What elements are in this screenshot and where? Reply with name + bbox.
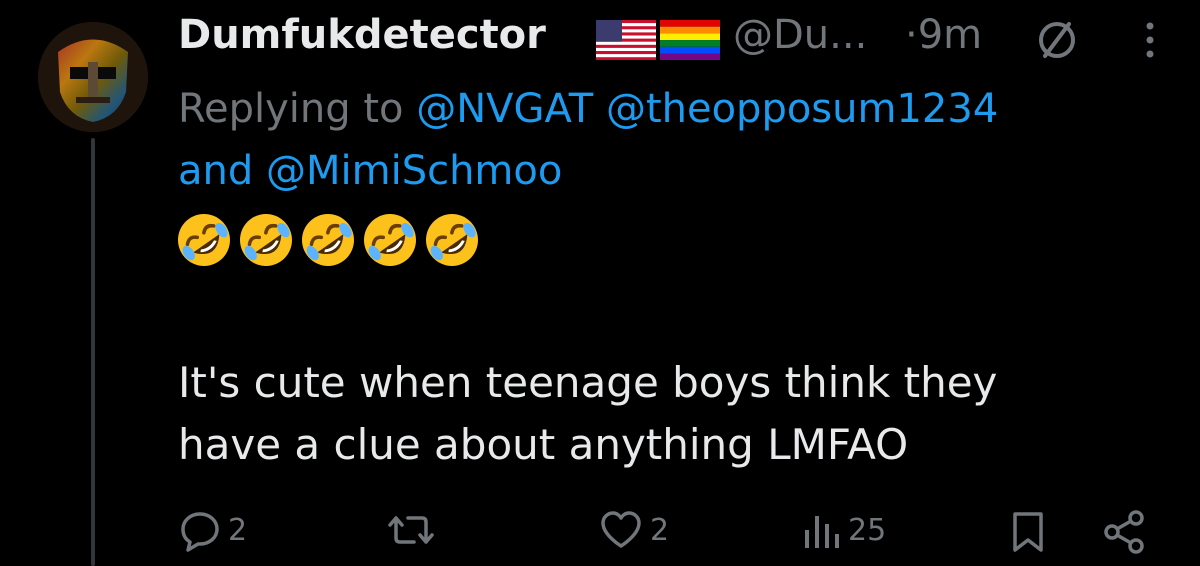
- views-button[interactable]: 25: [802, 508, 886, 552]
- more-options-icon[interactable]: [1130, 16, 1170, 60]
- mention-theopposum1234[interactable]: @theopposum1234: [606, 86, 998, 132]
- share-icon[interactable]: [1100, 508, 1148, 556]
- reply-icon: [181, 512, 219, 552]
- display-name[interactable]: Dumfukdetector: [178, 12, 546, 58]
- thread-line: [91, 138, 95, 566]
- tweet-body: It's cute when teenage boys think they h…: [178, 352, 1178, 476]
- user-handle[interactable]: @Du...: [733, 12, 867, 58]
- profile-flags: [596, 20, 720, 60]
- views-count: 25: [848, 512, 887, 548]
- tweet-body-line-1: It's cute when teenage boys think they: [178, 358, 998, 407]
- rofl-emoji-icon: [302, 214, 354, 266]
- avatar-image: [38, 22, 148, 132]
- reply-button[interactable]: 2: [178, 508, 247, 552]
- retweet-button[interactable]: [386, 508, 442, 552]
- rofl-emoji-icon: [426, 214, 478, 266]
- views-bar-chart-icon: [805, 516, 839, 548]
- rainbow-flag-icon: [660, 20, 720, 60]
- reply-count: 2: [228, 512, 248, 548]
- timestamp[interactable]: ·9m: [905, 12, 982, 58]
- like-count: 2: [650, 512, 670, 548]
- rofl-emoji-icon: [364, 214, 416, 266]
- retweet-icon: [388, 516, 434, 544]
- bookmark-icon[interactable]: [1010, 510, 1046, 554]
- like-button[interactable]: 2: [598, 508, 669, 552]
- us-flag-icon: [596, 20, 656, 60]
- mention-nvgat[interactable]: @NVGAT: [416, 86, 593, 132]
- replying-to-prefix: Replying to: [178, 86, 404, 132]
- mention-mimischmoo[interactable]: @MimiSchmoo: [266, 148, 562, 194]
- rofl-emoji-icon: [178, 214, 230, 266]
- mention-and[interactable]: and: [178, 148, 253, 194]
- tweet-body-line-2: have a clue about anything LMFAO: [178, 420, 909, 469]
- heart-icon: [601, 511, 641, 548]
- rofl-emoji-icon: [240, 214, 292, 266]
- replying-to: Replying to @NVGAT @theopposum1234 and @…: [178, 78, 1178, 202]
- emoji-row: [176, 212, 480, 268]
- no-entry-icon: [1039, 22, 1075, 58]
- avatar[interactable]: [38, 22, 148, 132]
